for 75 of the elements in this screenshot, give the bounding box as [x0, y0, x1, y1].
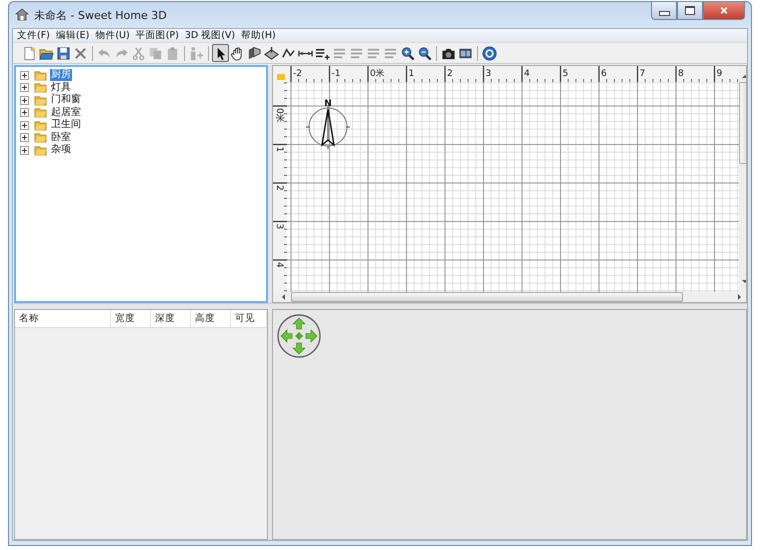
folder-icon [34, 118, 47, 132]
menu-item[interactable]: 3D 视图(V) [184, 29, 236, 42]
folder-icon [34, 81, 47, 94]
menu-item[interactable]: 文件(F) [17, 29, 50, 42]
column-header[interactable]: 深度 [151, 310, 191, 327]
category-item[interactable]: 起居室 [50, 106, 82, 119]
compass-drawing [306, 104, 350, 150]
category-item[interactable]: 卧室 [50, 132, 72, 144]
ruler-label: -2 [293, 69, 302, 79]
ruler-label: 2 [447, 69, 453, 79]
polyline-icon [281, 46, 296, 60]
ruler-label: -1 [332, 69, 340, 79]
ruler-label: 0米 [274, 108, 284, 123]
category-item[interactable]: 杂项 [50, 144, 72, 156]
copy-icon [148, 46, 163, 60]
zoom-out-icon [417, 46, 432, 60]
expand-icon[interactable] [20, 96, 29, 105]
ruler-label: 2 [274, 185, 284, 191]
column-header[interactable]: 宽度 [111, 310, 151, 327]
app-icon [15, 8, 29, 22]
close-button[interactable] [703, 2, 745, 20]
expand-icon[interactable] [20, 146, 29, 155]
expand-icon[interactable] [20, 70, 29, 80]
expand-icon[interactable] [20, 83, 29, 92]
add-furniture-icon [189, 46, 204, 60]
ruler-label: 4 [274, 262, 284, 268]
category-item[interactable]: 门和窗 [50, 94, 82, 106]
wall-icon [247, 46, 262, 60]
save-icon [56, 46, 71, 60]
menu-item[interactable]: 帮助(H) [241, 29, 276, 42]
ruler-label: 4 [524, 69, 530, 79]
expand-icon[interactable] [20, 133, 29, 142]
folder-icon [34, 68, 47, 82]
menu-item[interactable]: 平面图(P) [136, 29, 179, 42]
folder-icon [34, 131, 47, 144]
new-file-icon [22, 46, 37, 60]
ruler-label: 3 [486, 69, 492, 79]
column-header[interactable]: 可见 [231, 310, 267, 327]
ruler-label: 1 [274, 146, 284, 152]
expand-icon[interactable] [20, 108, 29, 118]
category-item[interactable]: 卫生间 [50, 119, 82, 132]
clipboard-icon [165, 46, 180, 60]
horizontal-scrollbar[interactable] [273, 292, 746, 302]
category-item[interactable]: 厨房 [50, 69, 72, 82]
close-icon [719, 6, 729, 15]
minimize-button[interactable] [651, 2, 677, 20]
window-title: 未命名 - Sweet Home 3D [34, 8, 167, 22]
compass-label: N [324, 99, 332, 109]
select-button[interactable] [212, 44, 229, 62]
navigation-control[interactable] [276, 313, 322, 359]
folder-icon [34, 144, 47, 157]
ruler-label: 7 [640, 69, 646, 79]
zoom-in-icon [400, 46, 415, 60]
ruler-label: 9 [716, 69, 722, 79]
ruler-label: 8 [678, 69, 684, 79]
scissors-icon [131, 46, 146, 60]
ruler-label: 5 [562, 69, 568, 79]
ruler-label: 3 [274, 224, 284, 230]
ruler-label: 6 [601, 69, 607, 79]
expand-icon[interactable] [20, 120, 29, 130]
maximize-button[interactable] [677, 2, 703, 20]
ruler-label: 1 [408, 69, 414, 79]
rooms-button[interactable] [263, 44, 280, 62]
help-button[interactable] [481, 44, 498, 62]
menu-item[interactable]: 编辑(E) [56, 29, 90, 42]
column-header[interactable]: 高度 [191, 310, 231, 327]
room-icon [264, 46, 279, 60]
ruler-corner-icon [277, 74, 285, 80]
column-header[interactable]: 名称 [15, 310, 111, 327]
ruler-label: 0米 [370, 69, 385, 79]
category-item[interactable]: 灯具 [50, 82, 72, 94]
menu-item[interactable]: 物件(U) [95, 29, 130, 42]
folder-icon [34, 94, 47, 107]
folder-icon [34, 106, 47, 120]
walls-button[interactable] [246, 44, 263, 62]
